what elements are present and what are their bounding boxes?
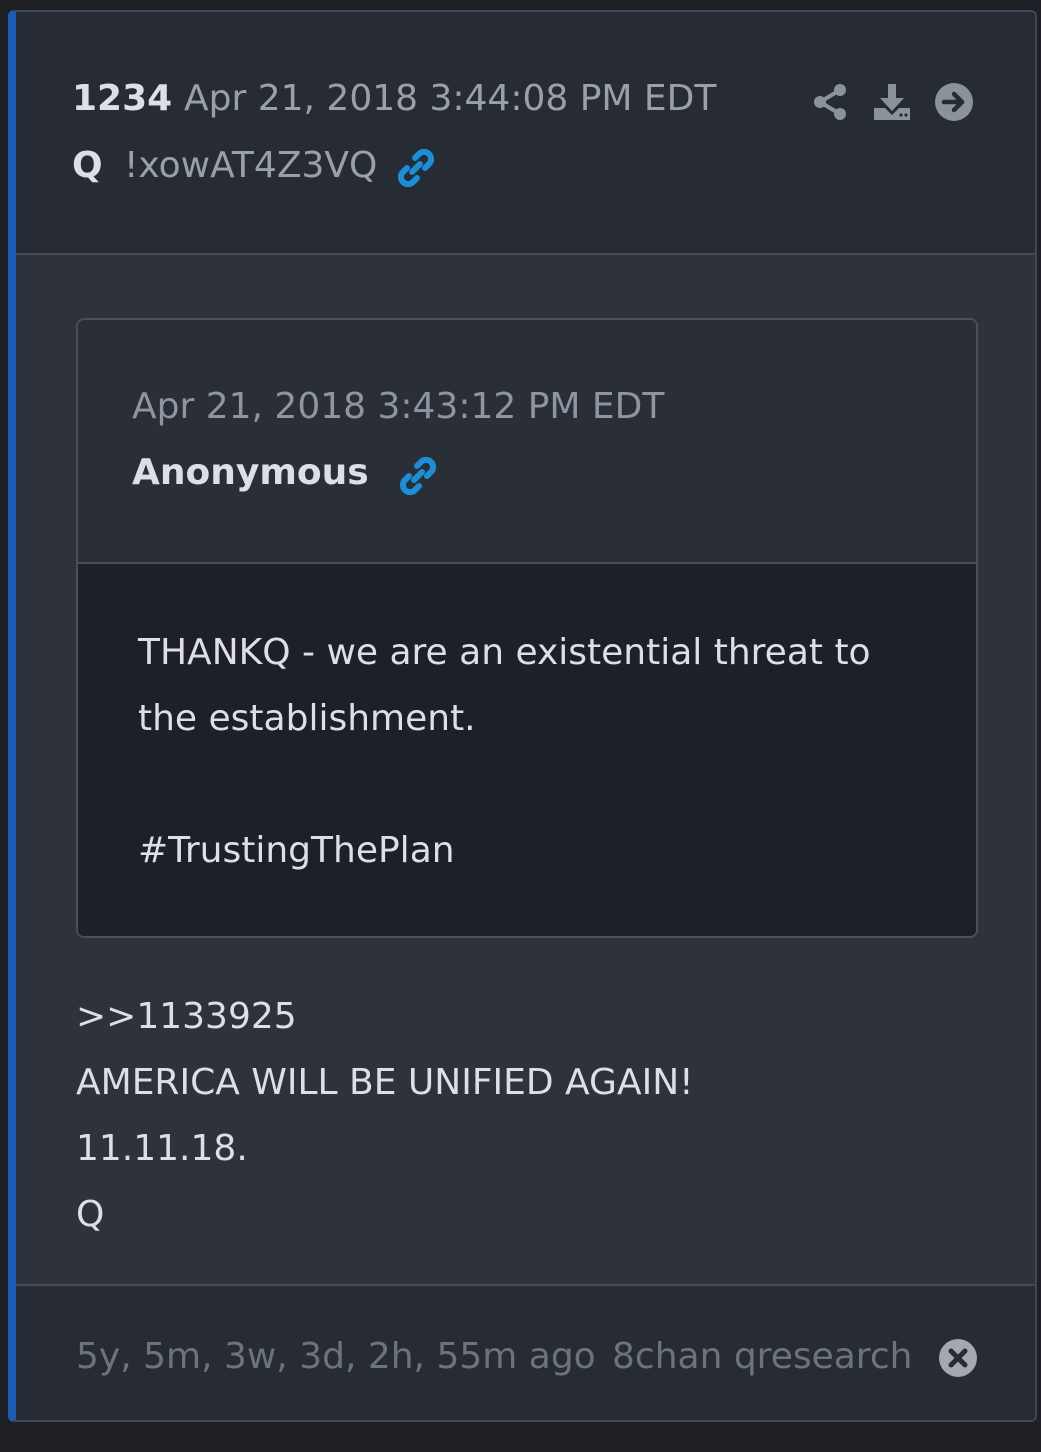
reply-reference[interactable]: >>1133925 (76, 996, 297, 1037)
post-tripcode: !xowAT4Z3VQ (124, 145, 378, 186)
link-icon[interactable] (396, 454, 440, 498)
post-text-line: 11.11.18. (76, 1128, 248, 1169)
quoted-post-header: Apr 21, 2018 3:43:12 PM EDT Anonymous (78, 320, 976, 564)
post-author: Q (72, 145, 103, 186)
download-icon[interactable] (872, 82, 912, 122)
quoted-post: Apr 21, 2018 3:43:12 PM EDT Anonymous TH… (76, 318, 978, 938)
quoted-timestamp: Apr 21, 2018 3:43:12 PM EDT (132, 386, 665, 427)
share-icon[interactable] (810, 82, 850, 122)
relative-time: 5y, 5m, 3w, 3d, 2h, 55m ago (76, 1336, 596, 1377)
link-icon[interactable] (394, 146, 438, 190)
quoted-author: Anonymous (132, 452, 369, 493)
post-footer: 5y, 5m, 3w, 3d, 2h, 55m ago 8chan qresea… (16, 1284, 1035, 1420)
post-card: 1234 Apr 21, 2018 3:44:08 PM EDT Q !xowA… (8, 10, 1037, 1422)
post-source: 8chan qresearch (612, 1336, 913, 1377)
quoted-text-line: THANKQ - we are an existential threat to (138, 632, 871, 673)
post-text-line: AMERICA WILL BE UNIFIED AGAIN! (76, 1062, 694, 1103)
quoted-text-line: the establishment. (138, 698, 476, 739)
quoted-hashtag: #TrustingThePlan (138, 830, 455, 871)
arrow-right-circle-icon[interactable] (934, 82, 974, 122)
post-header: 1234 Apr 21, 2018 3:44:08 PM EDT Q !xowA… (16, 12, 1035, 255)
quoted-post-body: THANKQ - we are an existential threat to… (78, 564, 976, 936)
post-number: 1234 (72, 78, 173, 119)
post-signature: Q (76, 1194, 105, 1235)
post-timestamp: Apr 21, 2018 3:44:08 PM EDT (184, 78, 717, 119)
close-circle-icon[interactable] (938, 1338, 978, 1378)
